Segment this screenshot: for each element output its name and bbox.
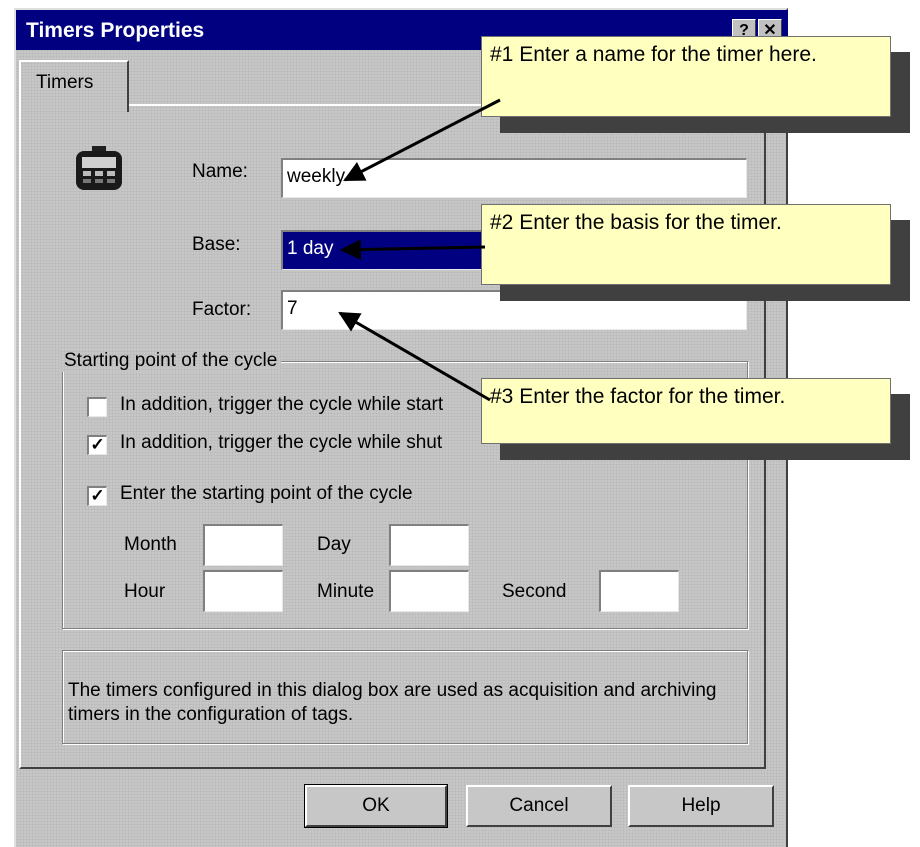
tab-timers-label: Timers (36, 72, 94, 93)
day-label: Day (317, 534, 351, 555)
cancel-button[interactable]: Cancel (466, 785, 612, 827)
startup-checkbox[interactable] (87, 397, 107, 417)
name-field[interactable]: weekly (281, 158, 747, 198)
enter-starting-point-label: Enter the starting point of the cycle (120, 483, 413, 504)
hour-field[interactable] (203, 570, 283, 612)
month-field[interactable] (203, 524, 283, 566)
callout-1: #1 Enter a name for the timer here. (481, 36, 891, 117)
starting-point-group-label: Starting point of the cycle (60, 350, 282, 372)
window-title: Timers Properties (26, 19, 205, 42)
tab-timers[interactable]: Timers (19, 60, 129, 112)
name-label: Name: (192, 161, 248, 182)
shutdown-checkbox-label: In addition, trigger the cycle while shu… (120, 432, 443, 453)
base-label: Base: (192, 234, 241, 255)
callout-2: #2 Enter the basis for the timer. (481, 204, 891, 285)
minute-label: Minute (317, 581, 375, 602)
ok-button[interactable]: OK (304, 784, 448, 828)
factor-label: Factor: (192, 299, 252, 320)
info-text: The timers configured in this dialog box… (68, 680, 717, 725)
enter-starting-point-checkbox[interactable]: ✓ (87, 486, 107, 506)
base-dropdown[interactable]: 1 day (281, 230, 491, 270)
day-field[interactable] (389, 524, 469, 566)
callout-3: #3 Enter the factor for the timer. (481, 378, 891, 444)
stopwatch-icon (74, 146, 124, 192)
second-label: Second (502, 581, 567, 602)
month-label: Month (124, 534, 177, 555)
shutdown-checkbox[interactable]: ✓ (87, 435, 107, 455)
hour-label: Hour (124, 581, 166, 602)
second-field[interactable] (599, 570, 679, 612)
help-button[interactable]: Help (628, 785, 774, 827)
startup-checkbox-label: In addition, trigger the cycle while sta… (120, 394, 444, 415)
minute-field[interactable] (389, 570, 469, 612)
